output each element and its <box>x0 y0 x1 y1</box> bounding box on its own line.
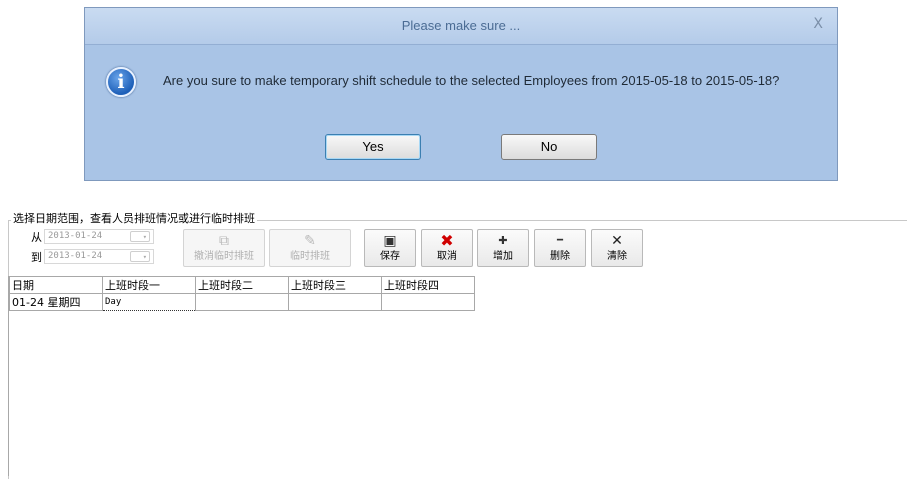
shift-cell[interactable] <box>381 293 475 311</box>
add-button[interactable]: ✚ 增加 <box>477 229 529 267</box>
column-header[interactable]: 上班时段四 <box>381 276 475 294</box>
dialog-message: Are you sure to make temporary shift sch… <box>163 73 780 88</box>
to-date-field[interactable]: 2013-01-24 ▾ <box>44 249 154 264</box>
dialog-title: Please make sure ... <box>401 18 521 33</box>
calendar-dropdown-icon[interactable]: ▾ <box>130 251 150 262</box>
edit-icon: ✎ <box>304 233 316 249</box>
cancel-temp-icon: ⧉ <box>219 233 229 249</box>
dialog-titlebar[interactable]: Please make sure ... X <box>85 8 837 45</box>
confirm-dialog: Please make sure ... X i Are you sure to… <box>84 7 838 181</box>
group-label: 选择日期范围，查看人员排班情况或进行临时排班 <box>11 210 257 226</box>
column-header[interactable]: 上班时段一 <box>102 276 196 294</box>
column-header[interactable]: 上班时段二 <box>195 276 289 294</box>
close-icon[interactable]: X <box>813 16 823 32</box>
yes-button[interactable]: Yes <box>325 134 421 160</box>
table-row[interactable]: 01-24 星期四 Day <box>9 293 475 311</box>
to-date-value: 2013-01-24 <box>48 251 103 261</box>
add-label: 增加 <box>493 251 513 262</box>
temp-schedule-label: 临时排班 <box>290 251 330 262</box>
delete-button[interactable]: ━ 删除 <box>534 229 586 267</box>
shift-cell-selected[interactable]: Day <box>102 293 196 311</box>
temp-schedule-button[interactable]: ✎ 临时排班 <box>269 229 351 267</box>
save-label: 保存 <box>380 251 400 262</box>
no-button[interactable]: No <box>501 134 597 160</box>
cancel-label: 取消 <box>437 251 457 262</box>
column-header[interactable]: 日期 <box>9 276 103 294</box>
grid-header-row: 日期 上班时段一 上班时段二 上班时段三 上班时段四 <box>9 276 475 294</box>
cancel-temp-schedule-button[interactable]: ⧉ 撤消临时排班 <box>183 229 265 267</box>
plus-icon: ✚ <box>498 234 508 247</box>
to-label: 到 <box>31 251 42 264</box>
delete-label: 删除 <box>550 251 570 262</box>
shift-cell[interactable] <box>195 293 289 311</box>
save-icon: ▣ <box>383 233 397 249</box>
calendar-dropdown-icon[interactable]: ▾ <box>130 231 150 242</box>
minus-icon: ━ <box>556 235 564 246</box>
date-cell[interactable]: 01-24 星期四 <box>9 293 103 311</box>
save-button[interactable]: ▣ 保存 <box>364 229 416 267</box>
from-date-value: 2013-01-24 <box>48 231 103 241</box>
info-icon: i <box>106 67 136 97</box>
clear-label: 清除 <box>607 251 627 262</box>
x-icon: ✕ <box>611 233 623 249</box>
red-x-icon: ✖ <box>440 231 454 250</box>
from-label: 从 <box>31 231 42 244</box>
cancel-temp-label: 撤消临时排班 <box>194 251 254 262</box>
column-header[interactable]: 上班时段三 <box>288 276 382 294</box>
schedule-grid: 日期 上班时段一 上班时段二 上班时段三 上班时段四 01-24 星期四 Day <box>9 276 475 311</box>
shift-cell[interactable] <box>288 293 382 311</box>
cancel-button[interactable]: ✖ 取消 <box>421 229 473 267</box>
clear-button[interactable]: ✕ 清除 <box>591 229 643 267</box>
from-date-field[interactable]: 2013-01-24 ▾ <box>44 229 154 244</box>
